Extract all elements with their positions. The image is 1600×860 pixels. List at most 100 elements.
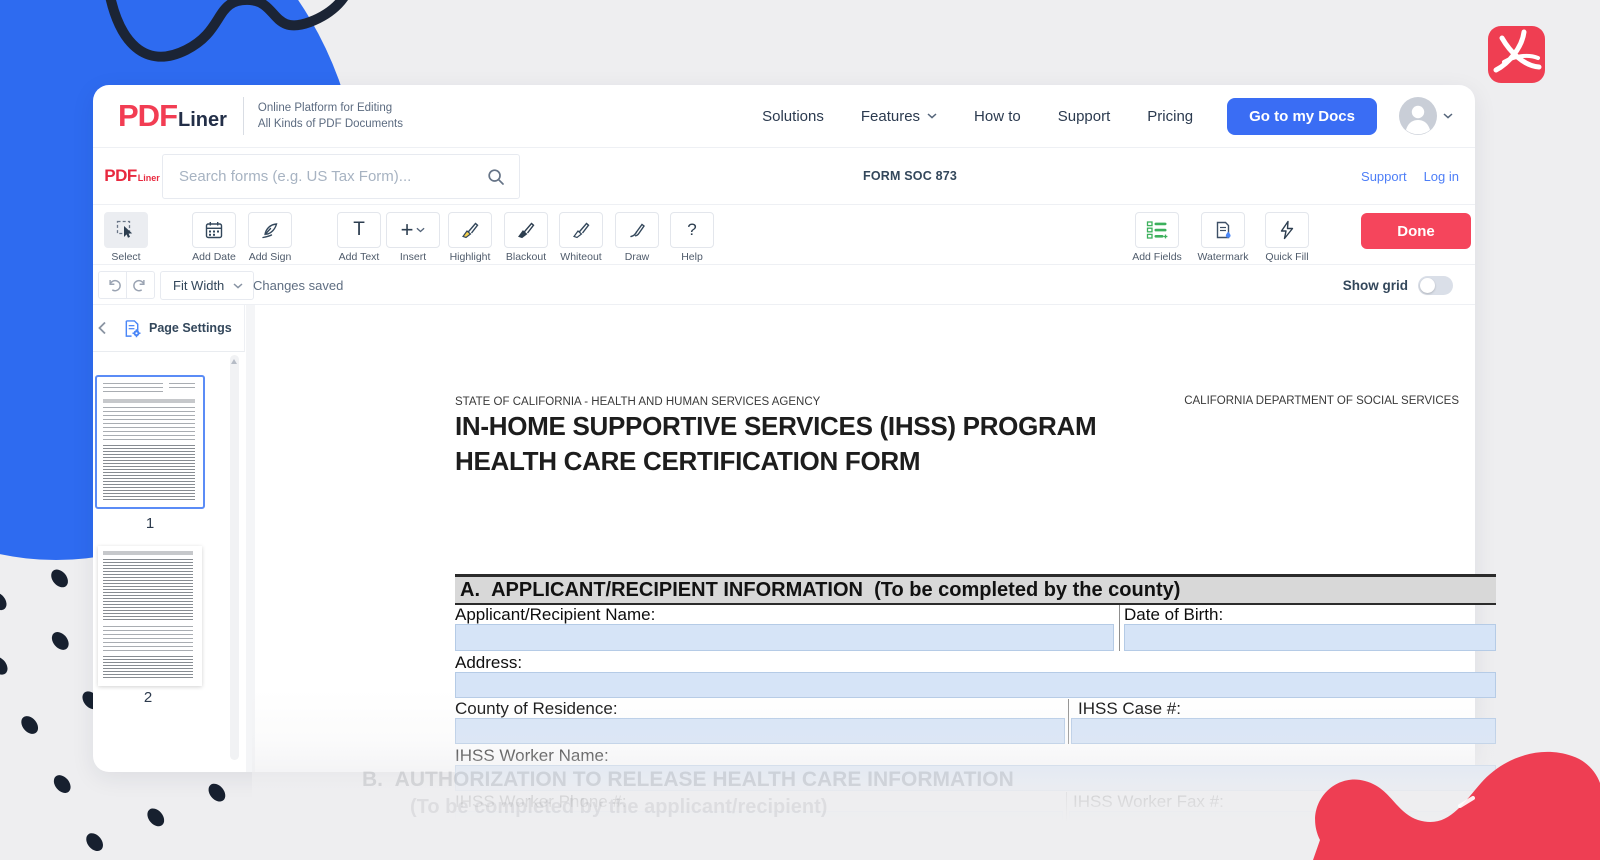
- pdf-page: STATE OF CALIFORNIA - HEALTH AND HUMAN S…: [255, 305, 1475, 772]
- done-button[interactable]: Done: [1361, 213, 1471, 249]
- site-header: PDF Liner Online Platform for Editing Al…: [93, 85, 1475, 148]
- chevron-down-icon: [416, 227, 425, 233]
- red-blob-decoration: [1295, 688, 1600, 860]
- account-menu[interactable]: [1399, 97, 1453, 135]
- tool-whiteout-label: Whiteout: [549, 251, 613, 263]
- header-divider: [243, 97, 244, 135]
- watermark-icon: [1213, 220, 1233, 240]
- editor-toolbar: Select Add Date Add Sign: [93, 205, 1475, 265]
- field-divider: [1066, 792, 1067, 838]
- pdfliner-logo[interactable]: PDF Liner: [118, 98, 227, 134]
- tool-select[interactable]: Select: [94, 212, 158, 263]
- field-label-worker-name: IHSS Worker Name:: [455, 746, 609, 766]
- thumbnail-art: [103, 383, 163, 395]
- doc-department-line: CALIFORNIA DEPARTMENT OF SOCIAL SERVICES: [1184, 395, 1459, 407]
- redo-icon: [132, 276, 150, 294]
- tool-highlight-label: Highlight: [438, 251, 502, 263]
- thumbnail-art: [103, 399, 195, 403]
- view-bar: Fit Width Changes saved Show grid: [93, 265, 1475, 305]
- calendar-icon: [204, 220, 224, 240]
- redo-button[interactable]: [126, 271, 155, 299]
- tool-help-label: Help: [660, 251, 724, 263]
- go-to-my-docs-button[interactable]: Go to my Docs: [1227, 98, 1377, 135]
- field-divider: [1119, 605, 1120, 651]
- field-label-applicant-name: Applicant/Recipient Name:: [455, 605, 655, 625]
- search-forms-box[interactable]: [162, 154, 520, 199]
- thumbnail-art: [103, 445, 195, 501]
- undo-icon: [104, 276, 122, 294]
- lightning-icon: [1278, 220, 1296, 240]
- blackout-brush-icon: [516, 220, 536, 240]
- thumbnail-art: [169, 383, 195, 388]
- document-subheader: PDF Liner FORM SOC 873 Support Log in: [93, 148, 1475, 205]
- page-number-2: 2: [93, 689, 203, 706]
- tool-whiteout[interactable]: Whiteout: [549, 212, 613, 263]
- nav-pricing[interactable]: Pricing: [1147, 108, 1193, 125]
- main-nav: Solutions Features How to Support Pricin…: [762, 108, 1193, 125]
- input-date-of-birth[interactable]: [1124, 624, 1496, 651]
- select-cursor-icon: [116, 220, 136, 240]
- tool-highlight[interactable]: Highlight: [438, 212, 502, 263]
- search-input[interactable]: [179, 168, 487, 185]
- undo-redo-group: [98, 271, 155, 299]
- nav-how-to[interactable]: How to: [974, 108, 1021, 125]
- page-number-1: 1: [95, 515, 205, 532]
- tool-add-fields[interactable]: Add Fields: [1125, 212, 1189, 263]
- app-window: PDF Liner Online Platform for Editing Al…: [93, 85, 1475, 772]
- thumbnail-scrollbar[interactable]: [230, 355, 239, 760]
- input-county[interactable]: [455, 718, 1065, 744]
- pdfliner-logo-small[interactable]: PDF Liner: [103, 166, 161, 186]
- save-status: Changes saved: [253, 265, 343, 305]
- tool-watermark[interactable]: Watermark: [1191, 212, 1255, 263]
- show-grid-toggle[interactable]: [1418, 276, 1453, 295]
- field-divider: [1068, 699, 1069, 744]
- tool-quick-fill[interactable]: Quick Fill: [1255, 212, 1319, 263]
- whiteout-brush-icon: [571, 220, 591, 240]
- show-grid-label: Show grid: [1343, 278, 1408, 293]
- doc-title-line1: IN-HOME SUPPORTIVE SERVICES (IHSS) PROGR…: [455, 411, 1096, 442]
- thumbnail-art: [103, 559, 193, 621]
- input-applicant-name[interactable]: [455, 624, 1114, 651]
- tool-quick-fill-label: Quick Fill: [1255, 251, 1319, 263]
- zoom-mode-dropdown[interactable]: Fit Width: [160, 271, 254, 300]
- plus-icon: +: [401, 221, 414, 239]
- collapse-sidebar-icon[interactable]: [97, 321, 107, 335]
- logo-small-liner: Liner: [138, 173, 160, 183]
- tool-add-date-label: Add Date: [182, 251, 246, 263]
- undo-button[interactable]: [98, 271, 127, 299]
- page-settings-icon: [123, 319, 142, 338]
- field-label-county: County of Residence:: [455, 699, 618, 719]
- adobe-pdf-icon: [1488, 26, 1545, 83]
- tool-help[interactable]: ? Help: [660, 212, 724, 263]
- page-settings-button[interactable]: Page Settings: [123, 305, 232, 351]
- nav-features[interactable]: Features: [861, 108, 937, 125]
- logo-liner-text: Liner: [178, 109, 227, 132]
- login-link[interactable]: Log in: [1424, 169, 1459, 184]
- brand-tagline: Online Platform for Editing All Kinds of…: [258, 100, 403, 132]
- page-thumbnail-2[interactable]: [98, 546, 202, 686]
- doc-agency-line: STATE OF CALIFORNIA - HEALTH AND HUMAN S…: [455, 396, 820, 408]
- tool-add-date[interactable]: Add Date: [182, 212, 246, 263]
- support-link[interactable]: Support: [1361, 169, 1407, 184]
- tool-add-sign[interactable]: Add Sign: [238, 212, 302, 263]
- chevron-down-icon: [233, 283, 243, 289]
- avatar[interactable]: [1399, 97, 1437, 135]
- search-icon[interactable]: [487, 168, 505, 186]
- tool-watermark-label: Watermark: [1191, 251, 1255, 263]
- page-settings-label: Page Settings: [149, 321, 232, 335]
- tool-insert[interactable]: + Insert: [381, 212, 445, 263]
- scroll-up-arrow[interactable]: [231, 359, 237, 364]
- field-label-ihss-case: IHSS Case #:: [1078, 699, 1181, 719]
- page-thumbnail-1[interactable]: [95, 375, 205, 509]
- nav-solutions[interactable]: Solutions: [762, 108, 824, 125]
- zoom-mode-value: Fit Width: [173, 278, 224, 293]
- question-mark-icon: ?: [687, 220, 696, 240]
- input-worker-phone[interactable]: [455, 811, 1063, 838]
- section-a-heading: A. APPLICANT/RECIPIENT INFORMATION (To b…: [455, 574, 1496, 605]
- nav-support[interactable]: Support: [1058, 108, 1111, 125]
- chevron-down-icon: [927, 113, 937, 119]
- field-label-date-of-birth: Date of Birth:: [1124, 605, 1223, 625]
- sidebar-header: Page Settings: [93, 305, 245, 352]
- draw-brush-icon: [627, 220, 647, 240]
- quill-pen-icon: [260, 220, 280, 240]
